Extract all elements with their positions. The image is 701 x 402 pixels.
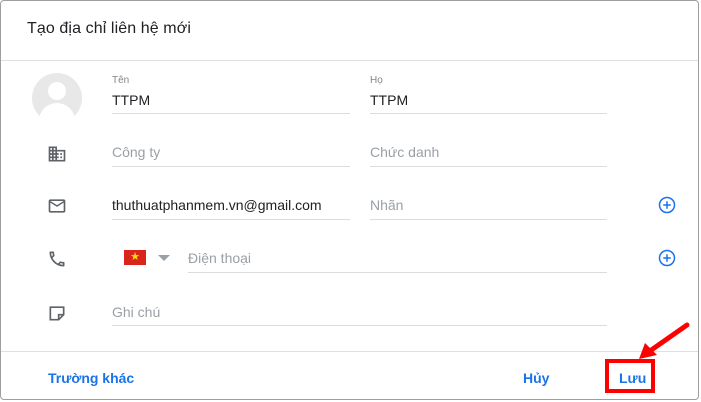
country-dropdown-caret-icon[interactable] [158, 255, 170, 261]
job-title-field[interactable]: Chức danh [370, 143, 607, 167]
save-button[interactable]: Lưu [619, 370, 646, 386]
last-name-value[interactable]: TTPM [370, 92, 408, 108]
note-icon [47, 303, 67, 323]
footer-divider [1, 351, 698, 352]
company-placeholder: Công ty [112, 144, 161, 160]
email-label-field[interactable]: Nhãn [370, 196, 607, 220]
notes-placeholder: Ghi chú [112, 304, 161, 320]
first-name-label: Tên [112, 75, 130, 86]
job-title-placeholder: Chức danh [370, 144, 440, 160]
more-fields-button[interactable]: Trường khác [48, 370, 134, 386]
email-icon [47, 196, 67, 216]
email-label-placeholder: Nhãn [370, 197, 404, 213]
company-field[interactable]: Công ty [112, 143, 350, 167]
notes-field[interactable]: Ghi chú [112, 303, 607, 327]
cancel-button[interactable]: Hủy [523, 370, 549, 386]
phone-icon [47, 249, 67, 269]
phone-field[interactable]: Điện thoại [188, 249, 607, 273]
vietnam-flag-icon[interactable]: ★ [124, 250, 146, 265]
add-phone-icon[interactable] [658, 249, 676, 267]
first-name-value[interactable]: TTPM [112, 92, 150, 108]
building-icon [47, 144, 67, 164]
phone-placeholder: Điện thoại [188, 250, 252, 266]
avatar-placeholder-icon[interactable] [32, 73, 82, 123]
header-divider [1, 60, 698, 61]
last-name-label: Họ [370, 75, 383, 86]
email-field[interactable]: thuthuatphanmem.vn@gmail.com [112, 196, 350, 220]
first-name-field[interactable]: Tên TTPM [112, 75, 350, 115]
red-arrow-icon [639, 322, 690, 359]
create-contact-dialog: Tạo địa chỉ liên hệ mới Tên TTPM Họ TTPM… [0, 0, 699, 400]
last-name-field[interactable]: Họ TTPM [370, 75, 607, 115]
dialog-title: Tạo địa chỉ liên hệ mới [27, 20, 191, 37]
email-value[interactable]: thuthuatphanmem.vn@gmail.com [112, 197, 322, 213]
add-email-icon[interactable] [658, 196, 676, 214]
